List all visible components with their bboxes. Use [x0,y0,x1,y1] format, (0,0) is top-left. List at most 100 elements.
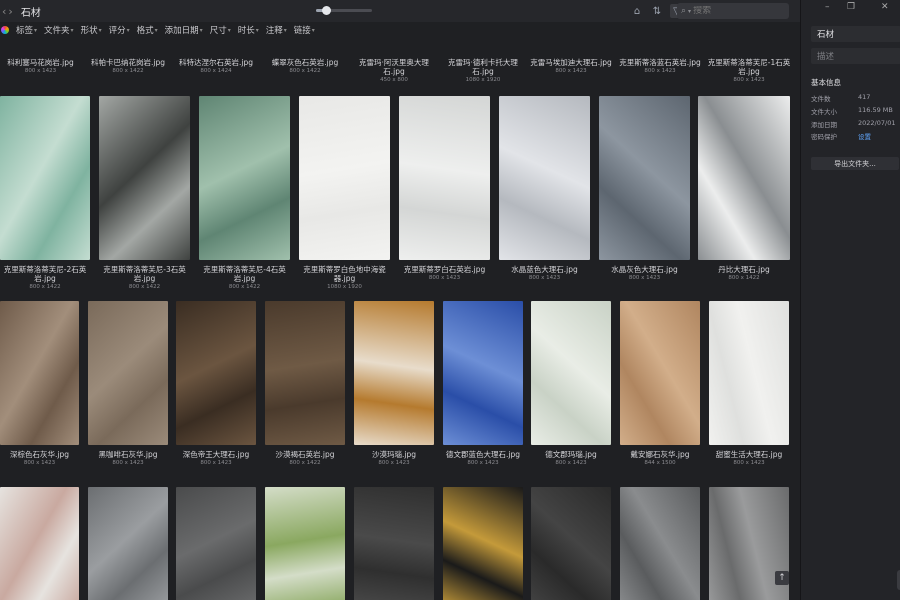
asset-filename: 深色帝王大理石.jpg [182,450,250,459]
search-box[interactable]: ⌕ ▾ [677,3,789,19]
asset-thumbnail[interactable] [299,96,390,260]
filter-dropdown[interactable]: 添加日期 ▾ [165,24,203,36]
chevron-down-icon: ▾ [70,26,74,34]
description-field[interactable]: 描述 [811,48,900,64]
chevron-down-icon[interactable]: ▾ [688,8,691,15]
asset-dimensions: 800 x 1423 [628,275,661,281]
asset-dimensions: 800 x 1423 [428,275,461,281]
asset-thumbnail[interactable] [443,301,523,445]
filter-dropdown[interactable]: 标签 ▾ [16,24,37,36]
asset-thumbnail[interactable] [0,301,79,445]
close-icon[interactable]: ✕ [881,2,889,12]
asset-filename: 沙漠褐石英岩.jpg [275,450,335,459]
asset-filename: 克里斯蒂洛蒂芙尼-4石英岩.jpg [203,265,286,283]
asset-filename: 克雷玛·阿沃里奥大理石.jpg [359,58,429,76]
asset-dimensions: 800 x 1423 [378,460,410,466]
asset-dimensions: 800 x 1423 [555,460,587,466]
minimize-icon[interactable]: – [825,2,830,12]
info-row-date-added: 添加日期 2022/07/01 [811,119,899,129]
chevron-down-icon: ▾ [154,26,158,34]
filter-label: 链接 [293,26,311,36]
chevron-down-icon: ▾ [98,26,102,34]
asset-filename: 克里斯蒂洛蒂芙尼-1石英岩.jpg [707,58,791,76]
forward-icon[interactable]: › [8,5,12,18]
asset-thumbnail[interactable] [88,487,168,600]
asset-dimensions: 450 x 800 [380,77,408,83]
asset-thumbnail[interactable] [0,487,79,600]
filter-label: 评分 [108,26,126,36]
filter-dropdown[interactable]: 尺寸 ▾ [210,24,231,36]
asset-filename: 克雷玛·德利卡托大理石.jpg [448,58,518,76]
chevron-down-icon: ▾ [199,26,203,34]
info-value: 417 [858,93,871,101]
filter-dropdown[interactable]: 格式 ▾ [137,24,158,36]
asset-thumbnail[interactable] [443,487,523,600]
chevron-down-icon: ▾ [283,26,287,34]
filter-dropdown[interactable]: 文件夹 ▾ [44,24,74,36]
asset-filename: 甜蜜生活大理石.jpg [715,450,783,459]
filter-label: 格式 [136,26,154,36]
folder-title: 石材 [20,7,41,19]
filter-label: 标签 [16,26,34,36]
asset-thumbnail[interactable] [354,301,434,445]
restore-icon[interactable]: ❐ [847,2,855,12]
asset-filename: 水晶灰色大理石.jpg [611,265,678,274]
chevron-down-icon: ▾ [34,26,38,34]
sort-icon[interactable]: ⇅ [650,4,664,18]
color-filter-icon[interactable] [1,26,9,34]
top-toolbar: ‹ › 石材 ⌂ ⇅ ▽ ⌕ ▾ [0,0,800,22]
filter-dropdown[interactable]: 形状 ▾ [81,24,102,36]
filter-dropdown[interactable]: 评分 ▾ [109,24,130,36]
asset-dimensions: 800 x 1422 [29,284,61,290]
info-row-file-size: 文件大小 116.59 MB [811,106,899,116]
asset-thumbnail[interactable] [199,96,290,260]
asset-dimensions: 800 x 1423 [644,68,676,74]
filter-label: 尺寸 [209,26,227,36]
asset-thumbnail[interactable] [620,301,700,445]
folder-name-field[interactable]: 石材 [811,26,900,42]
asset-thumbnail[interactable] [599,96,690,260]
asset-thumbnail[interactable] [176,301,256,445]
search-input[interactable] [693,6,774,16]
asset-thumbnail[interactable] [0,96,90,260]
asset-thumbnail[interactable] [99,96,190,260]
asset-thumbnail[interactable] [531,301,611,445]
asset-thumbnail[interactable] [709,301,789,445]
pin-icon[interactable]: ⌂ [630,4,644,18]
scroll-to-top-button[interactable]: ↑ [775,571,789,585]
filter-label: 文件夹 [44,26,70,36]
filter-dropdown[interactable]: 链接 ▾ [294,24,315,36]
asset-thumbnail[interactable] [265,301,345,445]
info-label: 文件数 [811,95,831,103]
asset-thumbnail[interactable] [698,96,790,260]
asset-thumbnail[interactable] [499,96,590,260]
asset-thumbnail[interactable] [88,301,168,445]
asset-thumbnail[interactable] [531,487,611,600]
filter-dropdown[interactable]: 时长 ▾ [238,24,259,36]
asset-dimensions: 800 x 1422 [112,68,144,74]
info-value: 116.59 MB [858,106,893,114]
export-folder-button[interactable]: 导出文件夹... [811,157,899,170]
back-icon[interactable]: ‹ [2,5,6,18]
asset-dimensions: 800 x 1423 [467,460,499,466]
zoom-knob[interactable] [321,6,331,15]
zoom-slider[interactable] [316,6,372,15]
asset-thumbnail[interactable] [354,487,434,600]
asset-filename: 水晶蓝色大理石.jpg [511,265,578,274]
chevron-down-icon: ▾ [126,26,130,34]
asset-dimensions: 800 x 1423 [200,460,232,466]
info-label: 密码保护 [811,133,837,141]
asset-dimensions: 800 x 1422 [128,284,161,290]
asset-thumbnail[interactable] [265,487,345,600]
info-row-password: 密码保护 设置 [811,131,899,141]
asset-thumbnail[interactable] [176,487,256,600]
asset-thumbnail[interactable] [399,96,490,260]
asset-thumbnail[interactable] [620,487,700,600]
filter-bar: 标签 ▾ 文件夹 ▾ 形状 ▾ 评分 ▾ 格式 ▾ 添加日期 ▾ 尺寸 ▾ 时长 ▾ 注释 ▾ 链接 ▾ [0,22,800,38]
filter-dropdown[interactable]: 注释 ▾ [266,24,287,36]
asset-dimensions: 1080 x 1920 [327,284,362,290]
nav-arrows: ‹ › [0,5,13,18]
asset-filename: 克里斯蒂洛蓝石英岩.jpg [619,58,701,67]
set-password-link[interactable]: 设置 [858,131,871,141]
asset-filename: 戴安娜石灰华.jpg [630,450,690,459]
